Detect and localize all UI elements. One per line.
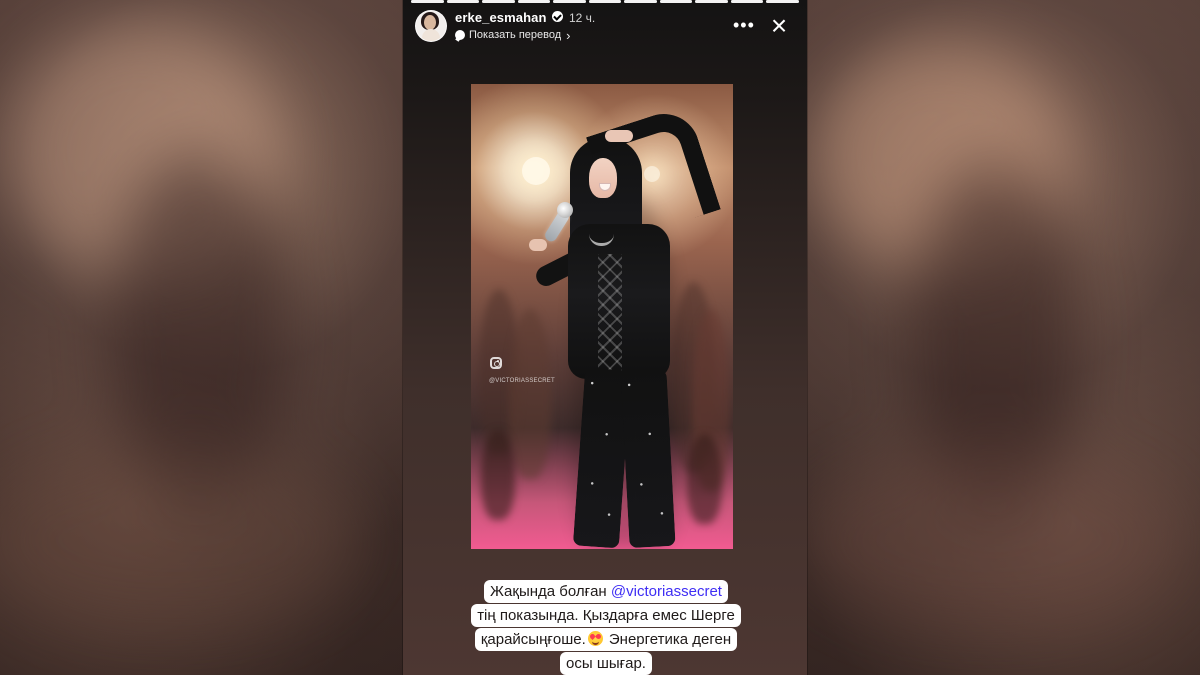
background-dancer: [509, 309, 551, 479]
story-viewer: erke_esmahan 12 ч. Показать перевод › ••…: [0, 0, 1200, 675]
story-media[interactable]: @VICTORIASSECRET: [471, 84, 733, 549]
more-icon[interactable]: •••: [733, 16, 754, 34]
close-icon[interactable]: ×: [767, 12, 791, 40]
story-panel: erke_esmahan 12 ч. Показать перевод › ••…: [403, 0, 807, 675]
caption-line-2: тің показында. Қыздарға емес Шерге: [471, 604, 741, 627]
background-blur-blob: [0, 450, 360, 630]
story-progress-fill: [517, 0, 551, 3]
caption-text-part: қарайсыңғоше.: [480, 631, 586, 648]
story-progress-fill: [553, 0, 586, 3]
verified-icon: [552, 11, 563, 22]
post-time: 12 ч.: [569, 11, 596, 25]
translate-button[interactable]: Показать перевод ›: [455, 27, 571, 43]
story-progress-segment: [624, 0, 657, 3]
background-dancer: [481, 430, 515, 520]
stage-light: [522, 157, 550, 185]
story-progress-fill: [766, 0, 800, 3]
chevron-right-icon: ›: [566, 27, 571, 43]
story-progress-segment: [517, 0, 551, 3]
story-progress-bar: [411, 0, 800, 3]
performer-lacing: [598, 254, 622, 372]
story-progress-fill: [624, 0, 657, 3]
avatar-body: [422, 29, 440, 41]
story-progress-fill: [446, 0, 480, 3]
story-progress-segment: [553, 0, 586, 3]
story-progress-segment: [446, 0, 480, 3]
caption-text-part: Энергетика деген: [604, 631, 732, 648]
story-progress-segment: [411, 0, 444, 3]
caption-line-3: қарайсыңғоше. Энергетика деген: [474, 628, 738, 651]
story-progress-segment: [730, 0, 764, 3]
story-header: erke_esmahan 12 ч. Показать перевод › ••…: [415, 10, 795, 46]
story-progress-fill: [695, 0, 728, 3]
caption-line-4: осы шығар.: [560, 652, 652, 675]
story-progress-segment: [766, 0, 800, 3]
translate-icon: [455, 30, 465, 40]
performer-hand: [605, 130, 633, 142]
media-watermark: @VICTORIASSECRET: [489, 378, 555, 384]
story-progress-fill: [411, 0, 444, 3]
background-blur-blob: [800, 450, 1180, 630]
username[interactable]: erke_esmahan: [455, 10, 547, 25]
performer-leg-right: [620, 367, 676, 549]
caption-text-part: Жақында болған: [490, 583, 611, 600]
avatar-face: [424, 15, 436, 30]
story-progress-segment: [482, 0, 515, 3]
caption-line-1: Жақында болған @victoriassecret: [484, 580, 728, 603]
story-progress-fill: [659, 0, 693, 3]
heart-eyes-emoji-icon: [587, 631, 603, 646]
performer-mic-hand: [529, 239, 547, 251]
emoji-mouth: [591, 640, 599, 645]
story-progress-segment: [659, 0, 693, 3]
avatar[interactable]: [415, 10, 447, 42]
story-progress-segment: [695, 0, 728, 3]
background-dancer: [687, 434, 722, 524]
story-progress-fill: [482, 0, 515, 3]
instagram-icon: [490, 357, 502, 369]
mention-link[interactable]: @victoriassecret: [611, 583, 722, 600]
story-caption: Жақында болған @victoriassecret тің пока…: [436, 580, 776, 675]
performer-face: [589, 158, 617, 198]
story-progress-fill: [730, 0, 764, 3]
microphone-head: [557, 202, 573, 218]
story-progress-segment: [588, 0, 622, 3]
translate-label: Показать перевод: [469, 29, 562, 41]
story-progress-fill: [588, 0, 622, 3]
